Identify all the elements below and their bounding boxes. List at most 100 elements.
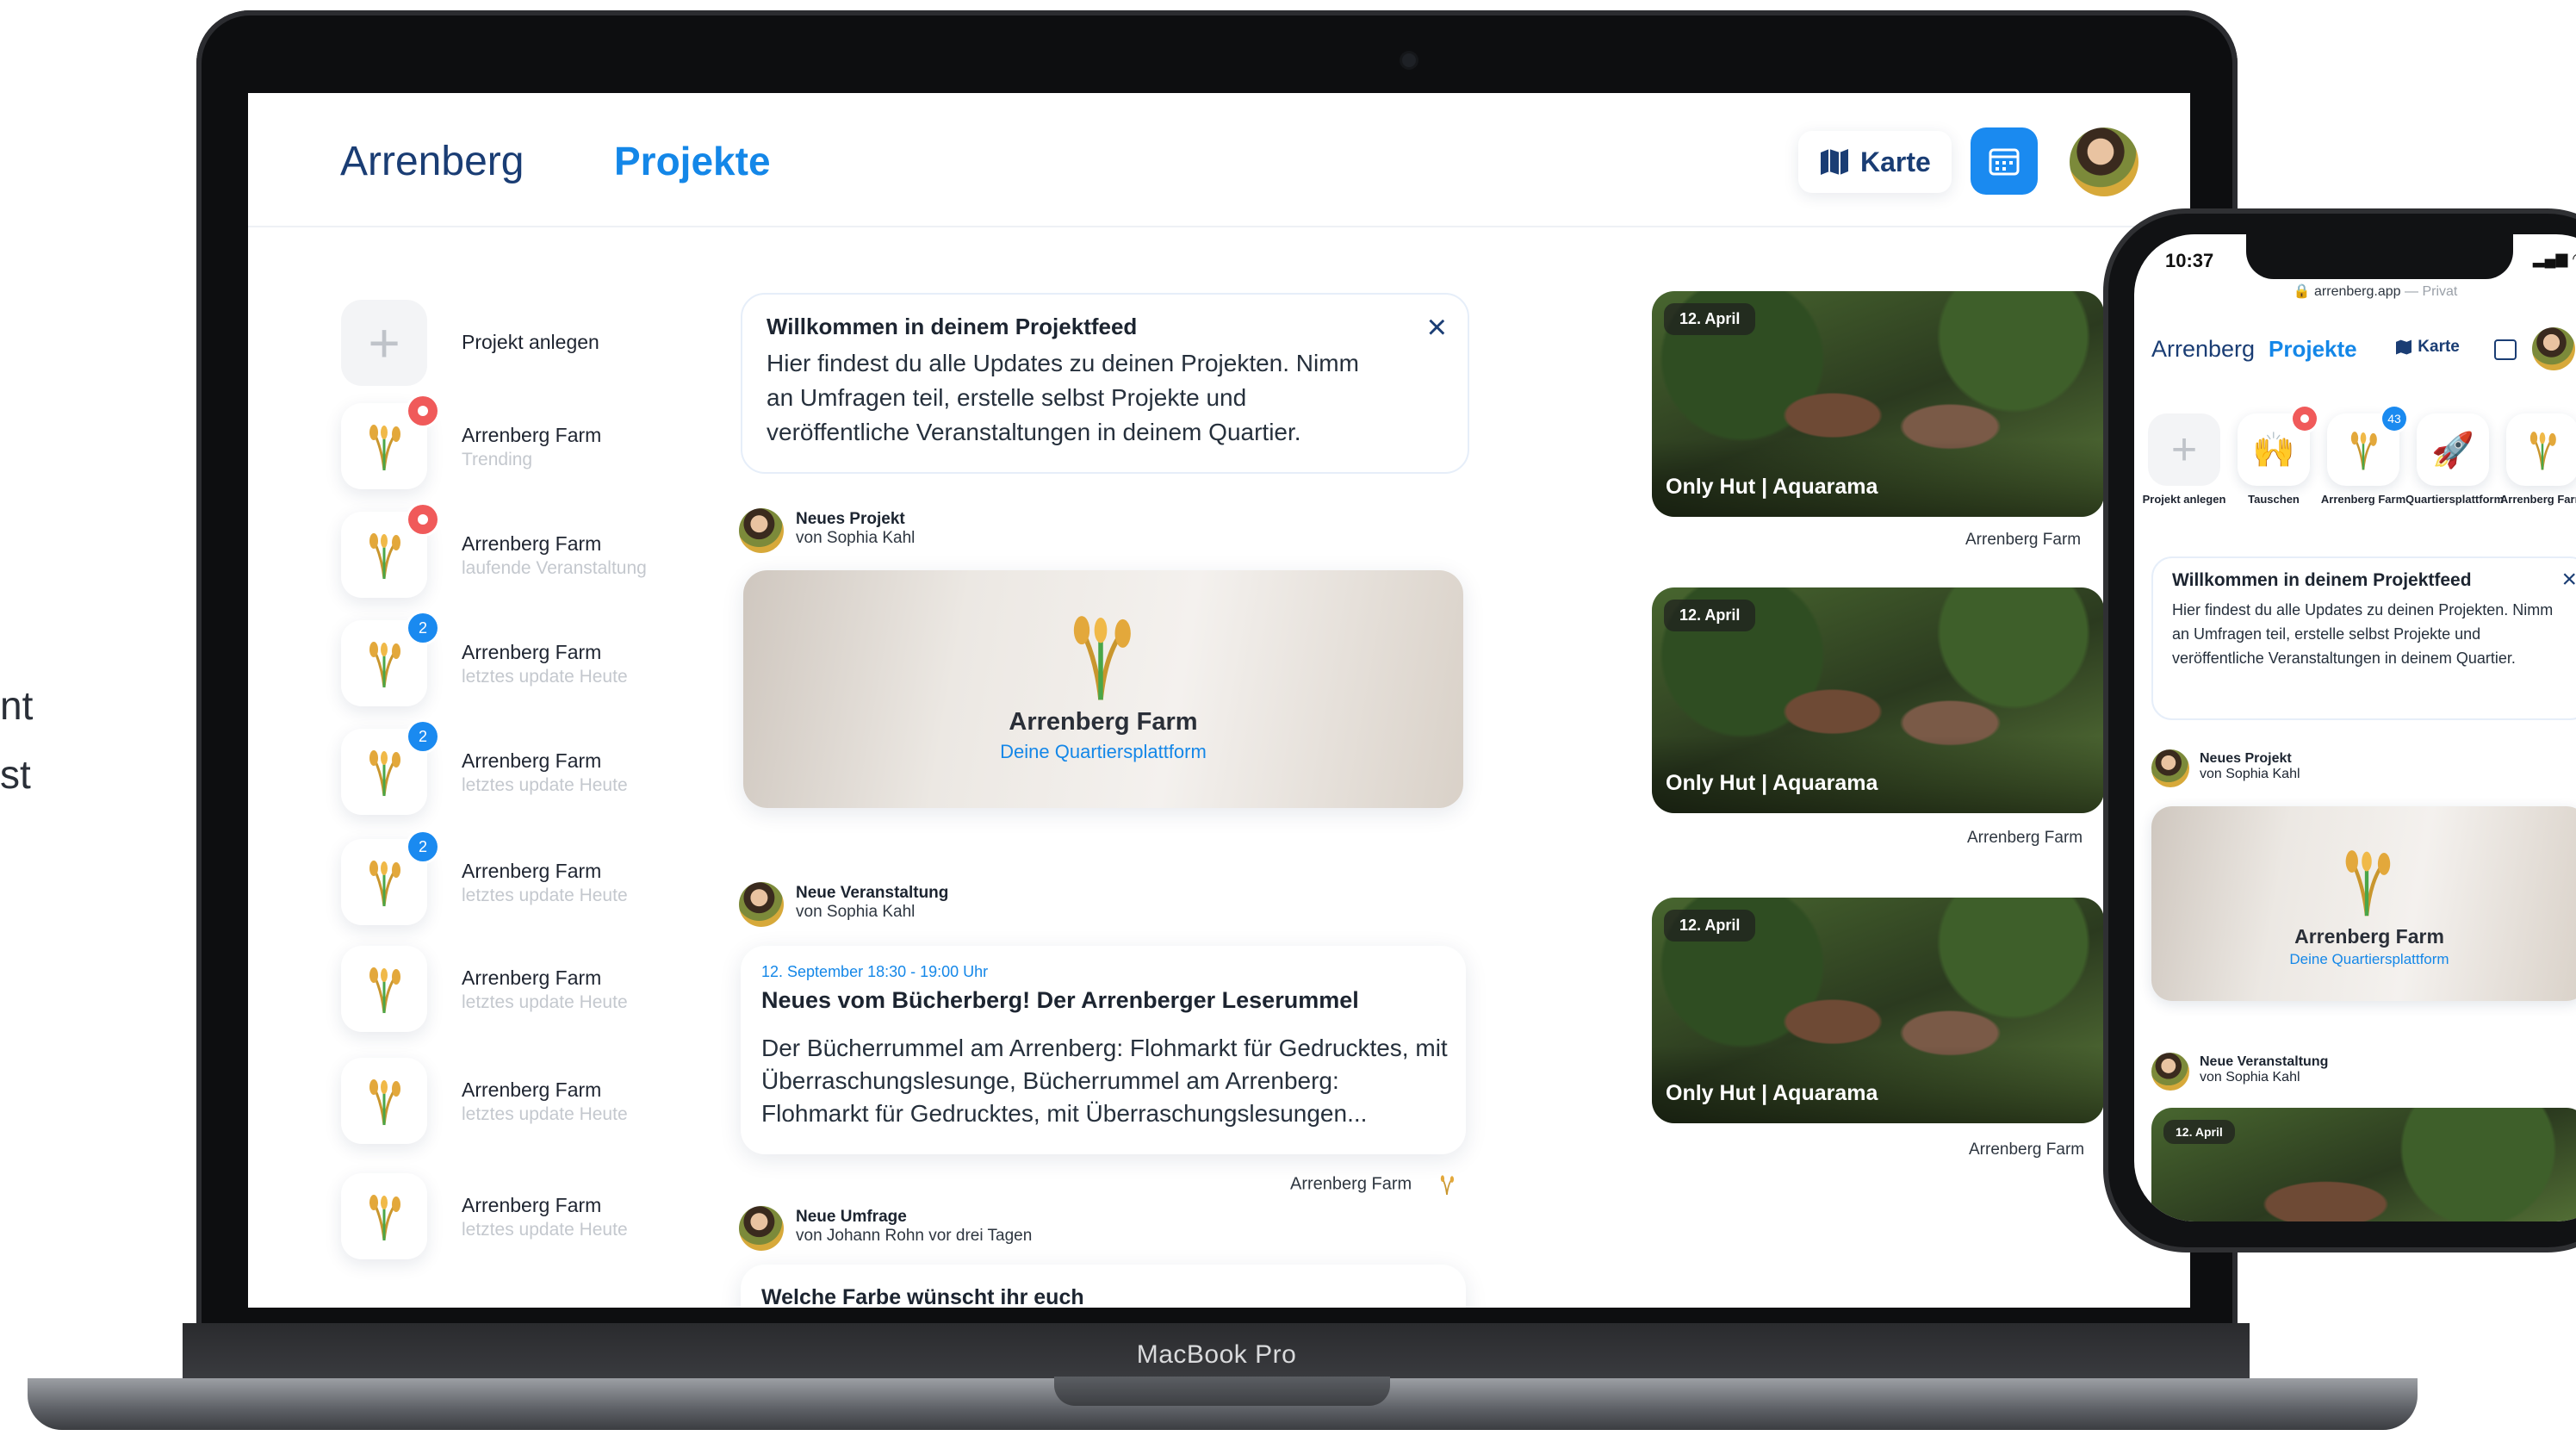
tile-project[interactable]: 43 <box>2327 407 2406 486</box>
author-avatar[interactable] <box>2151 749 2189 787</box>
project-card[interactable]: Arrenberg Farm Deine Quartiersplattform <box>2151 806 2576 1001</box>
welcome-text: Hier findest du alle Updates zu deinen P… <box>767 350 1359 445</box>
close-icon[interactable]: × <box>1427 308 1447 347</box>
event-tile-title: Only Hut | Aquarama <box>1666 771 1878 795</box>
map-button-label: Karte <box>1860 146 1931 177</box>
author-avatar[interactable] <box>739 508 784 553</box>
phone-screen: 10:37 ▂▄▆ ◠ ▭ 🔒 arrenberg.app — Privat A… <box>2134 234 2576 1221</box>
tile-tauschen[interactable]: 🙌 <box>2238 407 2317 486</box>
map-button[interactable]: Karte <box>2394 338 2460 357</box>
wheat-icon <box>369 750 400 797</box>
tile-label: Tauschen <box>2248 493 2300 506</box>
poll-question: Welche Farbe wünscht ihr euch <box>761 1285 1084 1308</box>
plus-icon[interactable]: + <box>341 300 427 386</box>
welcome-title: Willkommen in deinem Projektfeed <box>767 314 1138 339</box>
calendar-button[interactable] <box>1971 127 2038 195</box>
wheat-icon <box>369 425 400 471</box>
brand-logo[interactable]: Arrenberg <box>340 138 524 185</box>
project-name: Arrenberg Farm <box>462 424 602 446</box>
event-tile[interactable]: 12. April Only Hut | Aquarama <box>1652 291 2104 517</box>
sidebar-project-item[interactable]: Arrenberg Farm letztes update Heute <box>341 1173 772 1259</box>
sidebar-project-item[interactable]: 2 Arrenberg Farm letztes update Heute <box>341 832 772 925</box>
welcome-text: Hier findest du alle Updates zu deinen P… <box>2172 601 2554 667</box>
event-tile-footer: Arrenberg Farm <box>1965 531 2082 549</box>
event-tile[interactable]: 12. April Only Hut | Aquarama <box>1652 898 2104 1123</box>
event-tile[interactable]: 12. April Only Hut | Aquarama <box>1652 587 2104 813</box>
notification-dot <box>408 396 438 426</box>
event-footer-project: Arrenberg Farm <box>1290 1173 1456 1196</box>
wheat-icon <box>2332 844 2401 923</box>
project-status: letztes update Heute <box>462 1104 628 1124</box>
event-tile-date: 12. April <box>1664 600 1756 631</box>
nav-projects[interactable]: Projekte <box>2269 336 2357 363</box>
event-body: Der Bücherrummel am Arrenberg: Flohmarkt… <box>761 1035 1448 1127</box>
post-author: von Johann Rohn vor drei Tagen <box>796 1227 1033 1245</box>
project-card-title: Arrenberg Farm <box>2294 925 2444 948</box>
wheat-icon <box>2350 432 2377 470</box>
project-name: Arrenberg Farm <box>462 967 602 989</box>
tile-quartiersplattform[interactable]: 🚀 <box>2417 413 2489 486</box>
project-tile[interactable] <box>341 1173 427 1259</box>
event-tile-footer: Arrenberg Farm <box>1969 1141 2085 1159</box>
post-type: Neues Projekt <box>2200 751 2292 766</box>
cropped-text-line-2: st <box>0 752 31 797</box>
status-time: 10:37 <box>2165 250 2214 271</box>
project-status: letztes update Heute <box>462 775 628 795</box>
url-bar[interactable]: 🔒 arrenberg.app — Privat <box>2134 283 2576 300</box>
map-button[interactable]: Karte <box>1798 131 1952 193</box>
event-tile-title: Only Hut | Aquarama <box>1666 475 1878 499</box>
author-avatar[interactable] <box>2151 1053 2189 1091</box>
project-tile[interactable] <box>341 1058 427 1144</box>
create-project-item[interactable]: + Projekt anlegen <box>341 300 772 386</box>
wheat-icon <box>369 533 400 580</box>
author-avatar[interactable] <box>739 882 784 927</box>
project-card[interactable]: Arrenberg Farm Deine Quartiersplattform <box>743 570 1463 808</box>
event-card[interactable]: 12. September 18:30 - 19:00 Uhr Neues vo… <box>741 946 1466 1154</box>
update-count-badge: 43 <box>2382 407 2406 431</box>
tile-project[interactable] <box>2506 413 2576 486</box>
update-count-badge: 2 <box>408 832 438 861</box>
post-author: von Sophia Kahl <box>796 903 916 921</box>
event-footer-label: Arrenberg Farm <box>1290 1174 1412 1194</box>
calendar-icon[interactable] <box>2494 339 2517 360</box>
nav-projects[interactable]: Projekte <box>614 138 771 184</box>
wheat-icon <box>1440 1175 1454 1195</box>
wheat-icon <box>369 1079 400 1126</box>
calendar-icon <box>1989 148 2020 176</box>
laptop-label: MacBook Pro <box>1136 1340 1297 1369</box>
sidebar-project-item[interactable]: 2 Arrenberg Farm letztes update Heute <box>341 613 772 706</box>
brand-logo[interactable]: Arrenberg <box>2151 336 2255 363</box>
event-tile-date: 12. April <box>1664 303 1756 335</box>
notification-dot <box>408 505 438 534</box>
user-avatar[interactable] <box>2070 127 2138 196</box>
author-avatar[interactable] <box>739 1206 784 1251</box>
rocket-icon: 🚀 <box>2431 431 2474 469</box>
tile-label: Arrenberg Farm <box>2320 493 2406 506</box>
poll-card[interactable]: Welche Farbe wünscht ihr euch <box>741 1265 1466 1308</box>
raised-hands-icon: 🙌 <box>2252 431 2295 469</box>
plus-icon[interactable]: + <box>2148 413 2220 486</box>
event-tile-date: 12. April <box>1664 910 1756 942</box>
project-name: Arrenberg Farm <box>462 1078 602 1101</box>
sidebar-project-item[interactable]: 2 Arrenberg Farm letztes update Heute <box>341 722 772 815</box>
post-author: von Sophia Kahl <box>2200 767 2300 781</box>
welcome-card: Willkommen in deinem Projektfeed Hier fi… <box>741 293 1469 474</box>
project-name: Arrenberg Farm <box>462 749 602 772</box>
wheat-icon <box>369 642 400 688</box>
event-tile[interactable]: 12. April <box>2151 1108 2576 1221</box>
laptop-notch <box>1054 1377 1390 1406</box>
status-icons: ▂▄▆ ◠ ▭ <box>2532 250 2576 267</box>
event-tile-title: Only Hut | Aquarama <box>1666 1081 1878 1105</box>
sidebar-project-item[interactable]: Arrenberg Farm letztes update Heute <box>341 946 772 1032</box>
post-author: von Sophia Kahl <box>2200 1070 2300 1085</box>
sidebar-project-item[interactable]: Arrenberg Farm laufende Veranstaltung <box>341 505 772 598</box>
sidebar-project-item[interactable]: Arrenberg Farm Trending <box>341 396 772 489</box>
post-header-poll: Neue Umfrage von Johann Rohn vor drei Ta… <box>739 1206 1032 1252</box>
sidebar-project-item[interactable]: Arrenberg Farm letztes update Heute <box>341 1058 772 1144</box>
user-avatar[interactable] <box>2532 327 2575 370</box>
close-icon[interactable]: × <box>2561 565 2576 594</box>
project-name: Arrenberg Farm <box>462 1194 602 1216</box>
project-tile[interactable] <box>341 946 427 1032</box>
wheat-icon <box>369 967 400 1014</box>
project-card-subtitle: Deine Quartiersplattform <box>2289 951 2449 967</box>
